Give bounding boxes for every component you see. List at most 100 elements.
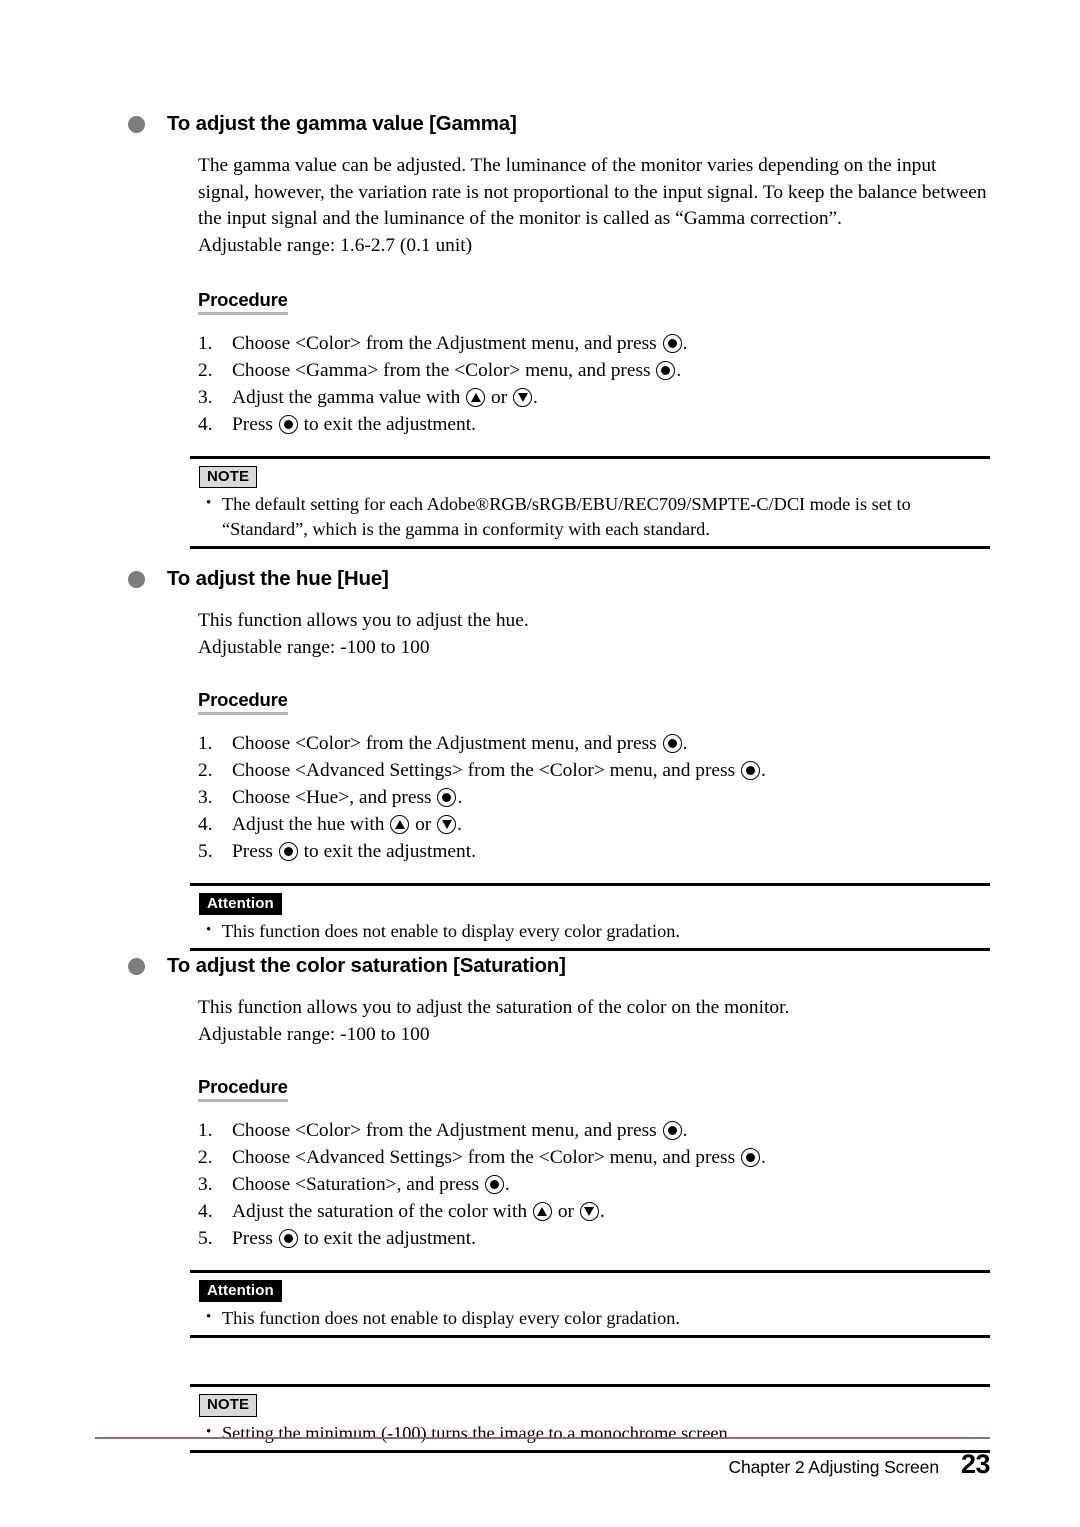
step-text: Adjust the saturation of the color with …	[232, 1201, 605, 1222]
callout-attention: AttentionThis function does not enable t…	[190, 883, 990, 952]
note-badge: NOTE	[199, 1394, 258, 1417]
body-paragraph: The gamma value can be adjusted. The lum…	[198, 155, 987, 229]
step-text: Press to exit the adjustment.	[232, 414, 476, 435]
body-paragraph: Adjustable range: 1.6-2.7 (0.1 unit)	[198, 234, 473, 256]
step-text: Choose <Gamma> from the <Color> menu, an…	[232, 360, 682, 381]
callout-note: NOTEThe default setting for each Adobe®R…	[190, 456, 990, 550]
procedure-step: 1. Choose <Color> from the Adjustment men…	[0, 330, 1080, 357]
key-glyph	[667, 339, 677, 348]
step-number: 1.	[198, 333, 213, 354]
section-body: This function allows you to adjust the s…	[0, 995, 1080, 1048]
callout-list: This function does not enable to display…	[190, 1305, 990, 1331]
callout-item: The default setting for each Adobe®RGB/s…	[199, 491, 990, 542]
section-bullet-icon	[128, 957, 145, 975]
step-number: 4.	[198, 414, 213, 435]
enter-key-icon	[662, 334, 682, 353]
callout-item: This function does not enable to display…	[199, 1305, 990, 1331]
step-text: Choose <Advanced Settings> from the <Col…	[232, 1147, 766, 1168]
key-glyph	[667, 1126, 677, 1135]
step-text: Choose <Advanced Settings> from the <Col…	[232, 760, 766, 781]
step-text: Choose <Color> from the Adjustment menu,…	[232, 333, 688, 354]
step-number: 5.	[198, 1228, 213, 1249]
section-title: To adjust the hue [Hue]	[167, 567, 389, 590]
section-hue: To adjust the hue [Hue] This function all…	[0, 567, 1080, 952]
key-glyph	[283, 847, 293, 856]
procedure-label-row: Procedure	[0, 289, 1080, 315]
step-text: Press to exit the adjustment.	[232, 1228, 476, 1249]
down-key-icon	[579, 1202, 599, 1221]
down-key-icon	[513, 388, 533, 407]
procedure-step: 4. Press to exit the adjustment.	[0, 411, 1080, 438]
page-footer: Chapter 2 Adjusting Screen 23	[95, 1449, 991, 1480]
key-glyph	[394, 820, 405, 829]
procedure-label: Procedure	[198, 289, 288, 315]
down-key-icon	[437, 815, 457, 834]
section-bullet-icon	[128, 115, 145, 133]
section-heading: To adjust the gamma value [Gamma]	[0, 112, 1080, 136]
key-glyph	[517, 393, 528, 402]
enter-key-icon	[484, 1175, 504, 1194]
key-glyph	[489, 1180, 499, 1189]
body-paragraph: This function allows you to adjust the s…	[198, 997, 790, 1018]
step-number: 3.	[198, 787, 213, 808]
attention-badge: Attention	[199, 893, 282, 916]
procedure-step: 3. Choose <Saturation>, and press .	[0, 1171, 1080, 1198]
callout-item: This function does not enable to display…	[199, 918, 990, 944]
step-text: Adjust the gamma value with or .	[232, 387, 538, 408]
procedure-steps: 1. Choose <Color> from the Adjustment men…	[0, 1117, 1080, 1252]
callout-note: NOTE Setting the minimum (-100) turns the…	[190, 1384, 990, 1453]
procedure-step: 1. Choose <Color> from the Adjustment men…	[0, 730, 1080, 757]
step-text: Adjust the hue with or .	[232, 814, 462, 835]
section-heading: To adjust the hue [Hue]	[0, 567, 1080, 591]
step-text: Choose <Saturation>, and press .	[232, 1174, 510, 1195]
step-number: 5.	[198, 841, 213, 862]
procedure-label: Procedure	[198, 689, 288, 715]
step-number: 1.	[198, 1120, 213, 1141]
key-glyph	[470, 393, 481, 402]
enter-key-icon	[656, 361, 676, 380]
key-glyph	[537, 1207, 548, 1216]
enter-key-icon	[437, 788, 457, 807]
step-number: 2.	[198, 760, 213, 781]
step-text: Press to exit the adjustment.	[232, 841, 476, 862]
procedure-step: 1. Choose <Color> from the Adjustment men…	[0, 1117, 1080, 1144]
procedure-step: 2. Choose <Advanced Settings> from the <C…	[0, 1144, 1080, 1171]
section-saturation: To adjust the color saturation [Saturati…	[0, 954, 1080, 1453]
body-paragraph: Adjustable range: -100 to 100	[198, 636, 430, 658]
body-paragraph: This function allows you to adjust the h…	[198, 610, 529, 631]
section-bullet-icon	[128, 570, 145, 588]
procedure-step: 5. Press to exit the adjustment.	[0, 838, 1080, 865]
procedure-step: 3. Choose <Hue>, and press .	[0, 784, 1080, 811]
step-number: 4.	[198, 1201, 213, 1222]
up-key-icon	[466, 388, 486, 407]
procedure-step: 2. Choose <Advanced Settings> from the <C…	[0, 757, 1080, 784]
procedure-step: 3. Adjust the gamma value with or .	[0, 384, 1080, 411]
key-glyph	[283, 420, 293, 429]
enter-key-icon	[740, 761, 760, 780]
enter-key-icon	[662, 734, 682, 753]
section-body: The gamma value can be adjusted. The lum…	[0, 153, 1080, 259]
step-number: 2.	[198, 360, 213, 381]
procedure-step: 5. Press to exit the adjustment.	[0, 1225, 1080, 1252]
step-number: 3.	[198, 1174, 213, 1195]
step-text: Choose <Color> from the Adjustment menu,…	[232, 1120, 688, 1141]
enter-key-icon	[278, 842, 298, 861]
key-glyph	[584, 1207, 595, 1216]
up-key-icon	[532, 1202, 552, 1221]
section-gamma: To adjust the gamma value [Gamma] The gam…	[0, 112, 1080, 550]
footer-chapter-label: Chapter 2 Adjusting Screen	[728, 1457, 940, 1477]
procedure-steps: 1. Choose <Color> from the Adjustment men…	[0, 330, 1080, 438]
enter-key-icon	[740, 1148, 760, 1167]
section-title: To adjust the color saturation [Saturati…	[167, 954, 566, 977]
enter-key-icon	[278, 1229, 298, 1248]
section-body: This function allows you to adjust the h…	[0, 608, 1080, 661]
body-paragraph: Adjustable range: -100 to 100	[198, 1023, 430, 1045]
step-text: Choose <Hue>, and press .	[232, 787, 463, 808]
procedure-label-row: Procedure	[0, 1076, 1080, 1102]
callout-item: Setting the minimum (-100) turns the ima…	[199, 1420, 990, 1446]
step-number: 2.	[198, 1147, 213, 1168]
key-glyph	[283, 1234, 293, 1243]
callout-list: This function does not enable to display…	[190, 918, 990, 944]
callout-list: Setting the minimum (-100) turns the ima…	[190, 1420, 990, 1446]
key-glyph	[745, 766, 755, 775]
